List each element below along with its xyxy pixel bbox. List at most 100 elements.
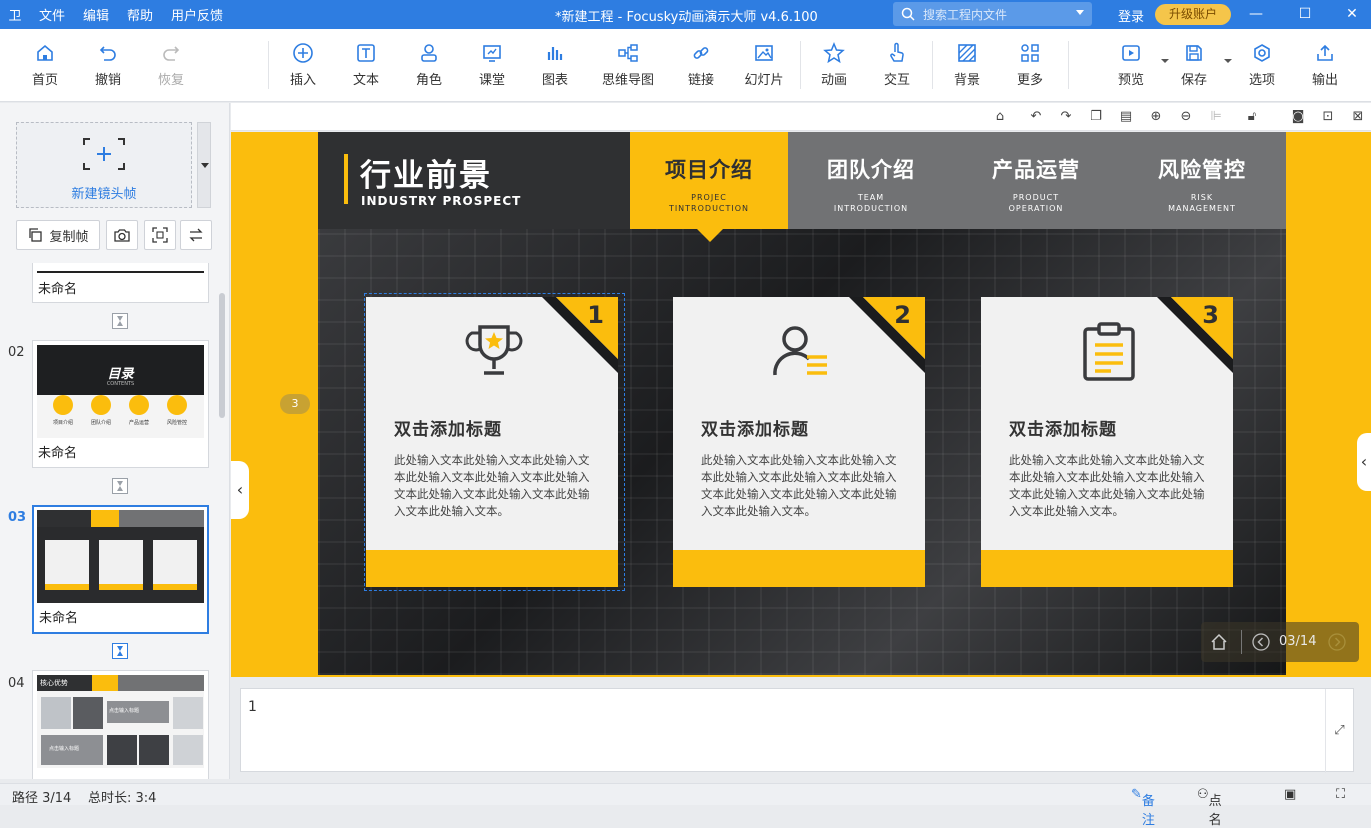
tab-risk-management[interactable]: 风险管控 RISK MANAGEMENT xyxy=(1118,132,1286,229)
menu-edit[interactable]: 编辑 xyxy=(74,5,118,24)
tab-product-operation[interactable]: 产品运营 PRODUCT OPERATION xyxy=(954,132,1118,229)
delete-icon[interactable]: ⊠ xyxy=(1349,108,1367,126)
menu-help[interactable]: 帮助 xyxy=(118,5,162,24)
screen-icon[interactable]: ▣ xyxy=(1284,787,1296,802)
fit-frame-button[interactable] xyxy=(144,220,176,250)
expand-right-panel-icon[interactable]: ‹ xyxy=(1357,433,1371,491)
slide-title[interactable]: 行业前景 xyxy=(360,150,492,195)
redo-button[interactable]: 恢复 xyxy=(141,41,201,88)
card-3[interactable]: 3 双击添加标题 此处输入文本此处输入文本此处输入文本此处输入文本此处输入文本此… xyxy=(981,297,1233,587)
mindmap-button[interactable]: 思维导图 xyxy=(597,41,659,88)
link-button[interactable]: 链接 xyxy=(671,41,731,88)
rotate-right-icon[interactable]: ↷ xyxy=(1057,108,1075,126)
home-button[interactable]: 首页 xyxy=(15,41,75,88)
zoom-in-icon[interactable]: ⊕ xyxy=(1147,108,1165,126)
insert-button[interactable]: 插入 xyxy=(273,41,333,88)
rotate-left-icon[interactable]: ↶ xyxy=(1027,108,1045,126)
prev-page-icon[interactable] xyxy=(1251,632,1271,652)
align-icon[interactable]: ⊫ xyxy=(1207,108,1225,126)
save-button[interactable]: 保存 xyxy=(1164,41,1232,88)
tab-subtitle: PRODUCT OPERATION xyxy=(954,192,1118,214)
card-title[interactable]: 双击添加标题 xyxy=(1009,415,1117,440)
background-label: 背景 xyxy=(953,73,980,88)
export-button[interactable]: 输出 xyxy=(1295,41,1355,88)
transition-icon[interactable] xyxy=(112,313,128,329)
zoom-out-icon[interactable]: ⊖ xyxy=(1177,108,1195,126)
interaction-button[interactable]: 交互 xyxy=(867,41,927,88)
menu-feedback[interactable]: 用户反馈 xyxy=(162,5,232,24)
home-nav-icon[interactable] xyxy=(1209,632,1229,652)
preview-button[interactable]: 预览 xyxy=(1101,41,1169,88)
tab-subtitle-line: TEAM xyxy=(857,193,885,202)
slide-thumb-1[interactable]: 未命名 xyxy=(32,263,209,303)
card-title[interactable]: 双击添加标题 xyxy=(701,415,809,440)
background-button[interactable]: 背景 xyxy=(937,41,997,88)
notes-toggle-label: 备注 xyxy=(1141,794,1155,828)
selection-box[interactable] xyxy=(364,293,625,591)
next-page-icon[interactable] xyxy=(1327,632,1347,652)
maximize-icon[interactable]: ☐ xyxy=(1295,4,1315,24)
upgrade-button[interactable]: 升级账户 xyxy=(1155,4,1231,25)
transition-icon[interactable] xyxy=(112,478,128,494)
copy-element-icon[interactable]: ❐ xyxy=(1087,108,1105,126)
frame-list-scrollbar[interactable] xyxy=(219,293,225,418)
link-icon xyxy=(693,47,709,59)
role-button[interactable]: 角色 xyxy=(399,41,459,88)
tab-subtitle-line: OPERATION xyxy=(1008,204,1064,213)
app-logo: 卫 xyxy=(8,9,22,24)
lock-icon[interactable]: 🔓︎ xyxy=(1243,108,1261,126)
new-frame-button[interactable]: 新建镜头帧 xyxy=(16,122,192,208)
slide-thumb-3[interactable]: 未命名 xyxy=(32,505,209,634)
search-icon xyxy=(901,7,915,21)
options-button[interactable]: 选项 xyxy=(1232,41,1292,88)
slide-thumb-2[interactable]: 目录 CONTENTS 项目介绍 团队介绍 产品运营 风险管控 未命名 xyxy=(32,340,209,468)
notes-toggle[interactable]: ✎ 备注 xyxy=(1131,787,1155,828)
snapshot-button[interactable] xyxy=(106,220,138,250)
copy-frame-button[interactable]: 复制帧 xyxy=(16,220,100,250)
chart-button[interactable]: 图表 xyxy=(525,41,585,88)
thumb-caption: 点击输入标题 xyxy=(109,708,140,714)
collapse-left-panel-icon[interactable]: ‹ xyxy=(231,461,249,519)
animation-button[interactable]: 动画 xyxy=(804,41,864,88)
tab-subtitle-line: PRODUCT xyxy=(1012,193,1060,202)
playback-bar: 03/14 xyxy=(1201,622,1359,662)
swap-frame-button[interactable] xyxy=(180,220,212,250)
notes-panel[interactable]: 1 ⤢ xyxy=(240,688,1354,773)
slide-thumb-4[interactable]: 核心优势 点击输入标题 点击输入标题 xyxy=(32,670,209,779)
notes-text[interactable]: 1 xyxy=(248,699,257,715)
new-frame-dropdown[interactable] xyxy=(197,122,211,208)
crop-icon[interactable]: ⊡ xyxy=(1319,108,1337,126)
class-button[interactable]: 课堂 xyxy=(462,41,522,88)
home-view-icon[interactable]: ⌂ xyxy=(991,108,1009,126)
frame-fit-icon xyxy=(152,227,168,243)
close-icon[interactable]: ✕ xyxy=(1342,4,1362,24)
fullscreen-icon[interactable]: ⛶ xyxy=(1336,787,1345,802)
save-dropdown-icon[interactable] xyxy=(1224,59,1232,63)
expand-notes-icon[interactable]: ⤢ xyxy=(1325,689,1353,773)
project-search[interactable]: 搜索工程内文件 xyxy=(893,2,1092,26)
card-body[interactable]: 此处输入文本此处输入文本此处输入文本此处输入文本此处输入文本此处输入文本此处输入… xyxy=(1009,452,1209,520)
more-button[interactable]: 更多 xyxy=(1000,41,1060,88)
classroom-icon xyxy=(483,45,501,62)
tab-team-intro[interactable]: 团队介绍 TEAM INTRODUCTION xyxy=(788,132,954,229)
options-icon xyxy=(1254,44,1270,62)
transition-icon[interactable] xyxy=(112,643,128,659)
rollcall-button[interactable]: ⚇ 点名 xyxy=(1197,787,1222,828)
minimize-icon[interactable]: — xyxy=(1246,4,1266,24)
menu-file[interactable]: 文件 xyxy=(30,5,74,24)
new-frame-label: 新建镜头帧 xyxy=(71,187,137,202)
paste-icon[interactable]: ▤ xyxy=(1117,108,1135,126)
screenshot-icon[interactable]: ◙ xyxy=(1289,108,1307,126)
card-2[interactable]: 2 双击添加标题 此处输入文本此处输入文本此处输入文本此处输入文本此处输入文本此… xyxy=(673,297,925,587)
slide-subtitle[interactable]: INDUSTRY PROSPECT xyxy=(361,194,521,208)
tab-project-intro[interactable]: 项目介绍 PROJEC TINTRODUCTION xyxy=(630,132,788,229)
path-marker[interactable]: 3 xyxy=(280,394,310,414)
tab-title: 团队介绍 xyxy=(827,158,915,182)
text-button[interactable]: 文本 xyxy=(336,41,396,88)
login-link[interactable]: 登录 xyxy=(1118,6,1144,25)
search-dropdown-icon[interactable] xyxy=(1076,10,1084,15)
card-body[interactable]: 此处输入文本此处输入文本此处输入文本此处输入文本此处输入文本此处输入文本此处输入… xyxy=(701,452,901,520)
undo-button[interactable]: 撤销 xyxy=(78,41,138,88)
animation-label: 动画 xyxy=(820,73,847,88)
slideshow-button[interactable]: 幻灯片 xyxy=(734,41,794,88)
